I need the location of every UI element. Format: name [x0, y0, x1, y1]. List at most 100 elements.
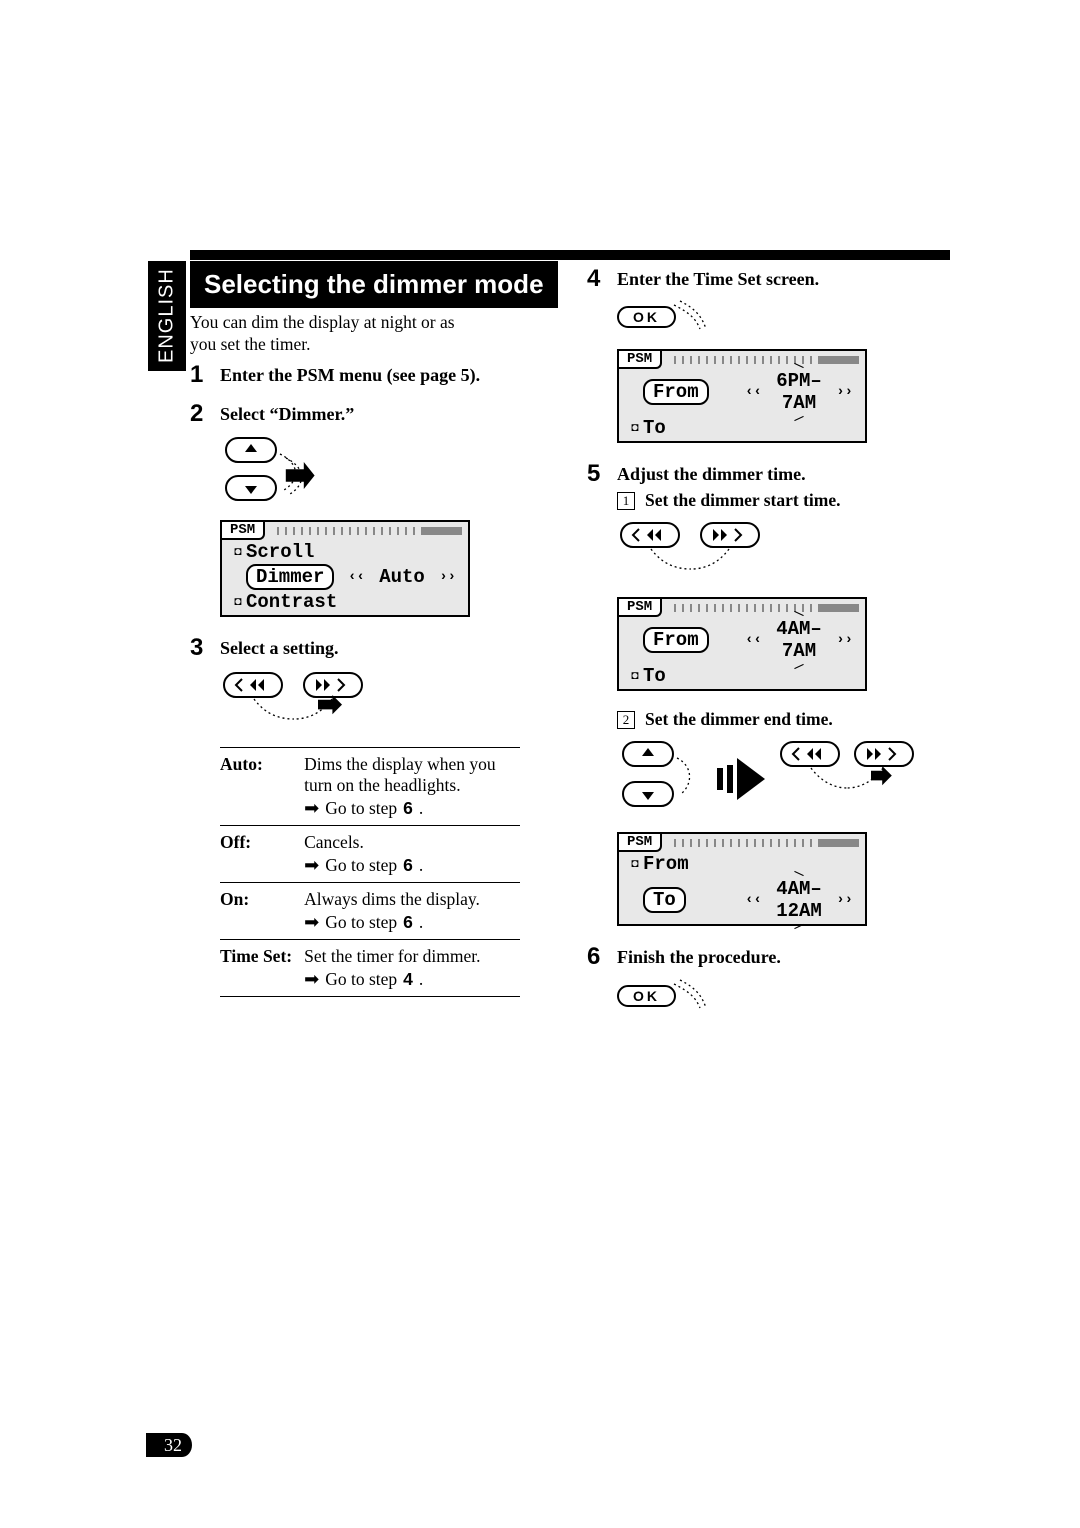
leftright-buttons-illustration — [220, 669, 553, 733]
step-2: 2 Select “Dimmer.” — [190, 401, 553, 426]
goto-line: ➡ Go to step 6. — [304, 855, 516, 876]
psm-to-label: To — [643, 665, 741, 687]
row-bullet-icon: ◘ — [627, 669, 643, 683]
psm-row-to: To ‹‹ 4AM–12AM ›› — [619, 877, 865, 924]
goto-text: Go to step — [325, 969, 397, 990]
psm-screen-to-12am: PSM ◘ From To ‹‹ 4AM–12AM ›› — [617, 832, 867, 926]
psm-from-label: From — [643, 853, 741, 875]
psm-header: PSM — [222, 522, 468, 540]
setting-key: Auto: — [220, 747, 304, 825]
setting-value: Dims the display when you turn on the he… — [304, 754, 496, 795]
ok-button-illustration: OK — [617, 299, 950, 335]
arrow-right-icon: ➡ — [304, 969, 319, 990]
psm-screen-dimmer-menu: PSM ◘ Scroll Dimmer ‹‹ Auto ›› ◘ Contras… — [220, 520, 470, 617]
step-4: 4 Enter the Time Set screen. — [587, 266, 950, 291]
dimmer-settings-table: Auto: Dims the display when you turn on … — [220, 747, 520, 997]
ok-button: OK — [617, 306, 676, 328]
setting-key: Time Set: — [220, 939, 304, 996]
step-number: 4 — [587, 266, 605, 291]
goto-step-number: 6 — [403, 912, 413, 933]
language-tab: ENGLISH — [148, 261, 186, 371]
goto-step-number: 6 — [403, 798, 413, 819]
psm-header-label: PSM — [222, 522, 265, 540]
psm-scroll-label: Scroll — [246, 541, 344, 563]
step-2-text: Select “Dimmer.” — [220, 401, 354, 426]
row-bullet-icon: ◘ — [230, 595, 246, 609]
goto-text: Go to step — [325, 855, 397, 876]
step-number: 1 — [190, 362, 208, 387]
table-row: Auto: Dims the display when you turn on … — [220, 747, 520, 825]
leftright-buttons-illustration-2 — [617, 519, 950, 583]
goto-line: ➡ Go to step 6. — [304, 798, 516, 819]
step-5: 5 Adjust the dimmer time. — [587, 461, 950, 486]
step-1: 1 Enter the PSM menu (see page 5). — [190, 362, 553, 387]
psm-time-value: 4AM– 7AM — [766, 618, 832, 662]
psm-row-to: ◘ To — [619, 664, 865, 689]
psm-dimmer-label: Dimmer — [246, 564, 334, 590]
prev-icon: ‹‹ — [741, 384, 766, 400]
step-3-text: Select a setting. — [220, 635, 338, 660]
psm-row-dimmer: Dimmer ‹‹ Auto ›› — [222, 565, 468, 590]
updown-buttons-illustration — [220, 434, 553, 506]
right-column: 4 Enter the Time Set screen. OK PSM From — [587, 266, 950, 1028]
psm-row-scroll: ◘ Scroll — [222, 540, 468, 565]
table-row: Off: Cancels. ➡ Go to step 6. — [220, 825, 520, 882]
substep-number: 2 — [617, 711, 635, 729]
setting-value: Set the timer for dimmer. — [304, 946, 480, 966]
psm-row-from: From ‹‹ 4AM– 7AM ›› — [619, 617, 865, 664]
substep-2-text: Set the dimmer end time. — [645, 709, 833, 730]
step-3: 3 Select a setting. — [190, 635, 553, 660]
goto-text: Go to step — [325, 912, 397, 933]
row-bullet-icon: ◘ — [627, 421, 643, 435]
substep-2: 2 Set the dimmer end time. — [617, 709, 950, 730]
step-6-text: Finish the procedure. — [617, 944, 781, 969]
psm-header-label: PSM — [619, 834, 662, 852]
psm-to-label: To — [643, 417, 741, 439]
updown-then-leftright-illustration — [617, 738, 950, 818]
left-column: 1 Enter the PSM menu (see page 5). 2 Sel… — [190, 362, 553, 1028]
prev-icon: ‹‹ — [741, 892, 766, 908]
psm-row-to: ◘ To — [619, 416, 865, 441]
page-number: 32 — [146, 1433, 192, 1457]
psm-row-from: ◘ From — [619, 852, 865, 877]
psm-contrast-label: Contrast — [246, 591, 344, 613]
psm-time-value: 4AM–12AM — [766, 878, 832, 922]
psm-time-value: 6PM– 7AM — [766, 370, 832, 414]
setting-key: On: — [220, 882, 304, 939]
step-number: 2 — [190, 401, 208, 426]
ok-button: OK — [617, 985, 676, 1007]
psm-screen-from-4am: PSM From ‹‹ 4AM– 7AM ›› ◘ To — [617, 597, 867, 691]
table-row: Time Set: Set the timer for dimmer. ➡ Go… — [220, 939, 520, 996]
next-icon: ›› — [435, 569, 460, 585]
row-bullet-icon: ◘ — [627, 857, 643, 871]
psm-header-label: PSM — [619, 599, 662, 617]
goto-text: Go to step — [325, 798, 397, 819]
next-icon: ›› — [832, 892, 857, 908]
next-icon: ›› — [832, 632, 857, 648]
psm-from-label: From — [643, 627, 709, 653]
section-title: Selecting the dimmer mode — [190, 261, 558, 308]
top-rule — [190, 250, 950, 260]
prev-icon: ‹‹ — [344, 569, 369, 585]
setting-value: Cancels. — [304, 832, 364, 852]
goto-step-number: 6 — [403, 855, 413, 876]
arrow-right-icon: ➡ — [304, 798, 319, 819]
next-icon: ›› — [832, 384, 857, 400]
psm-row-from: From ‹‹ 6PM– 7AM ›› — [619, 369, 865, 416]
psm-dimmer-value: Auto — [369, 566, 435, 588]
goto-line: ➡ Go to step 6. — [304, 912, 516, 933]
intro-text: You can dim the display at night or as y… — [190, 312, 475, 356]
setting-key: Off: — [220, 825, 304, 882]
step-number: 6 — [587, 944, 605, 969]
step-number: 3 — [190, 635, 208, 660]
psm-header-bars — [271, 527, 462, 535]
substep-1: 1 Set the dimmer start time. — [617, 490, 950, 511]
page-number-badge: 32 — [146, 1435, 192, 1456]
psm-header-label: PSM — [619, 351, 662, 369]
prev-icon: ‹‹ — [741, 632, 766, 648]
table-row: On: Always dims the display. ➡ Go to ste… — [220, 882, 520, 939]
substep-1-text: Set the dimmer start time. — [645, 490, 841, 511]
psm-from-label: From — [643, 379, 709, 405]
arrow-right-icon: ➡ — [304, 855, 319, 876]
step-number: 5 — [587, 461, 605, 486]
